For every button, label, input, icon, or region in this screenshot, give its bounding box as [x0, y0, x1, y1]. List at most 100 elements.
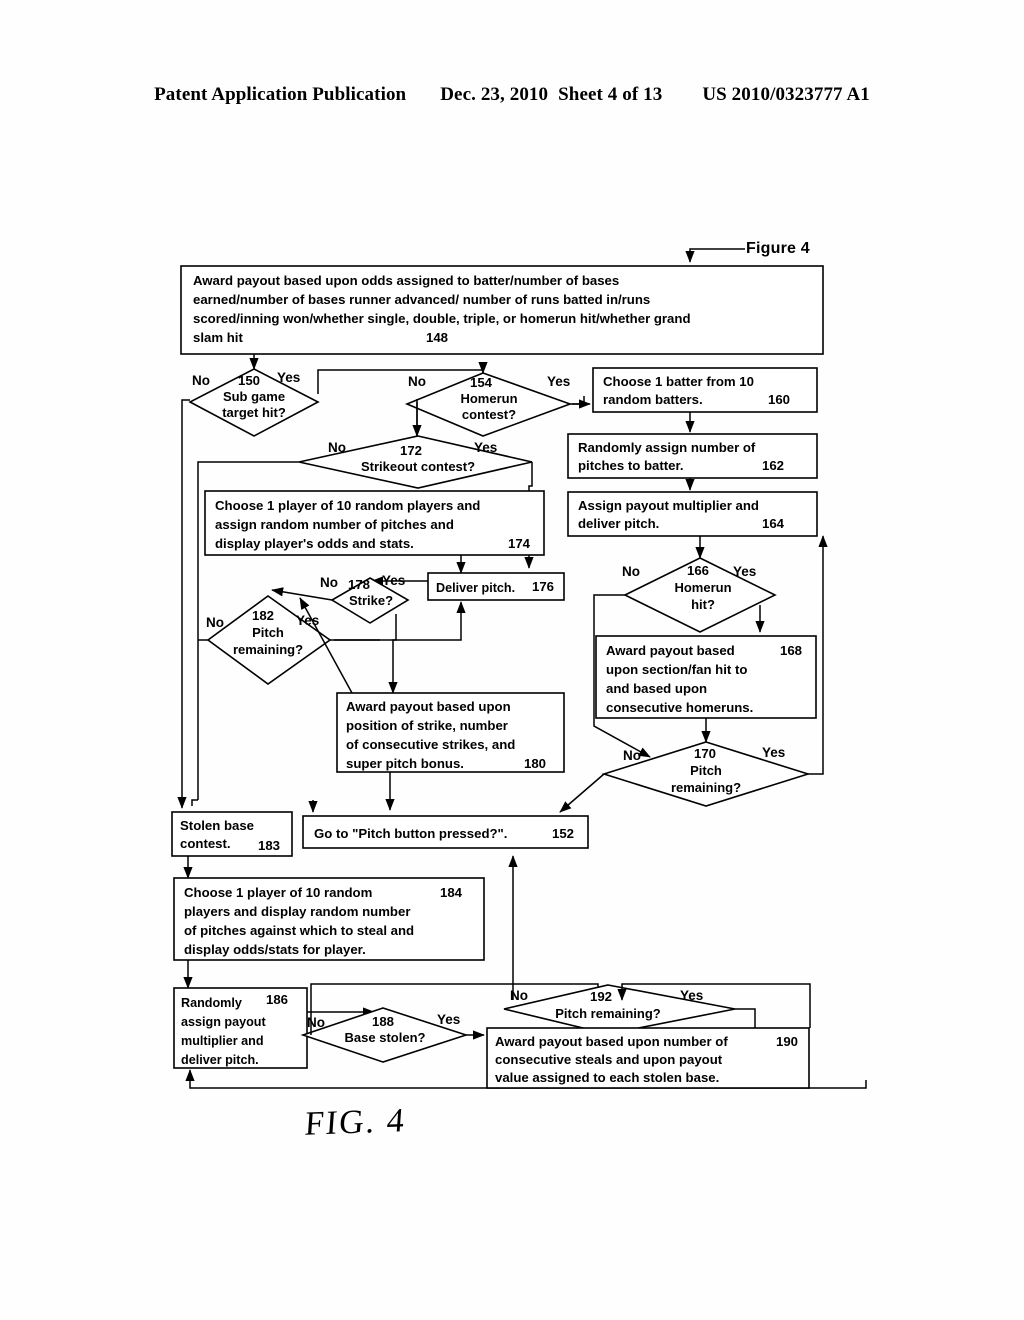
node-170-no-label: No — [623, 748, 641, 763]
node-154-homerun-contest: 154 Homerun contest? No Yes — [404, 372, 573, 437]
node-186-line3: multiplier and — [181, 1034, 264, 1048]
connector-192-yes-to-190 — [735, 1008, 756, 1028]
node-166-no-label: No — [622, 564, 640, 579]
node-166-line1: Homerun — [674, 580, 731, 595]
node-184-line4: display odds/stats for player. — [184, 942, 366, 957]
node-183-stolen-base-contest: Stolen base contest. 183 — [171, 811, 293, 857]
node-190-line1: Award payout based upon number of — [495, 1034, 728, 1049]
node-170-pitch-remaining: 170 Pitch remaining? No Yes — [601, 741, 811, 807]
node-178-ref: 178 — [348, 577, 370, 592]
node-148-line4: slam hit — [193, 330, 243, 345]
node-186-line1: Randomly — [181, 996, 242, 1010]
node-150-ref: 150 — [238, 373, 260, 388]
node-188-base-stolen: 188 Base stolen? No Yes — [300, 1007, 469, 1063]
node-172-ref: 172 — [400, 443, 422, 458]
node-164-line1: Assign payout multiplier and — [578, 498, 759, 513]
node-186-line4: deliver pitch. — [181, 1053, 259, 1067]
node-186-ref: 186 — [266, 992, 288, 1007]
node-160-choose-batter: Choose 1 batter from 10 random batters. … — [592, 367, 818, 413]
node-154-line1: Homerun — [460, 391, 517, 406]
node-170-yes-label: Yes — [762, 745, 785, 760]
node-154-line2: contest? — [462, 407, 516, 422]
node-166-ref: 166 — [687, 563, 709, 578]
node-188-ref: 188 — [372, 1014, 394, 1029]
node-160-line1: Choose 1 batter from 10 — [603, 374, 754, 389]
node-168-award-section-fan: Award payout based upon section/fan hit … — [595, 635, 817, 719]
node-152-go-to-pitch-button: Go to "Pitch button pressed?". 152 — [302, 815, 589, 849]
node-184-line2: players and display random number — [184, 904, 410, 919]
node-162-assign-pitches: Randomly assign number of pitches to bat… — [567, 433, 818, 479]
node-166-yes-label: Yes — [733, 564, 756, 579]
node-174-line3: display player's odds and stats. — [215, 536, 414, 551]
connector-frame-down — [191, 799, 198, 806]
node-188-yes-label: Yes — [437, 1012, 460, 1027]
node-164-assign-multiplier: Assign payout multiplier and deliver pit… — [567, 491, 818, 537]
node-186-line2: assign payout — [181, 1015, 266, 1029]
node-168-line3: and based upon — [606, 681, 707, 696]
node-150-line1: Sub game — [223, 389, 285, 404]
node-170-line2: remaining? — [671, 780, 741, 795]
node-162-line2: pitches to batter. — [578, 458, 684, 473]
node-172-strikeout-contest: 172 Strikeout contest? No Yes — [298, 435, 533, 489]
node-148-line2: earned/number of bases runner advanced/ … — [193, 292, 650, 307]
node-182-ref: 182 — [252, 608, 274, 623]
node-174-line1: Choose 1 player of 10 random players and — [215, 498, 480, 513]
node-192-pitch-remaining: 192 Pitch remaining? No Yes — [503, 984, 736, 1035]
node-178-strike: 178 Strike? No Yes — [320, 573, 410, 624]
node-184-choose-player-steal: Choose 1 player of 10 random players and… — [173, 877, 485, 961]
node-176-line1: Deliver pitch. — [436, 581, 515, 595]
node-150-no-label: No — [192, 373, 210, 388]
node-183-line1: Stolen base — [180, 818, 254, 833]
node-188-line1: Base stolen? — [345, 1030, 426, 1045]
node-170-line1: Pitch — [690, 763, 722, 778]
node-148-line3: scored/inning won/whether single, double… — [193, 311, 691, 326]
node-176-deliver-pitch: Deliver pitch. 176 — [427, 572, 565, 601]
node-174-line2: assign random number of pitches and — [215, 517, 454, 532]
node-182-line2: remaining? — [233, 642, 303, 657]
node-184-line1: Choose 1 player of 10 random — [184, 885, 372, 900]
node-183-ref: 183 — [258, 838, 280, 853]
node-192-no-label: No — [510, 988, 528, 1003]
node-176-ref: 176 — [532, 579, 554, 594]
node-178-no-label: No — [320, 575, 338, 590]
flowchart-diagram: Award payout based upon odds assigned to… — [171, 248, 867, 1089]
node-174-choose-player: Choose 1 player of 10 random players and… — [204, 490, 545, 556]
node-160-line2: random batters. — [603, 392, 703, 407]
node-170-ref: 170 — [694, 746, 716, 761]
node-154-yes-label: Yes — [547, 374, 570, 389]
node-178-yes-label: Yes — [382, 573, 405, 588]
node-180-line3: of consecutive strikes, and — [346, 737, 515, 752]
node-183-line2: contest. — [180, 836, 231, 851]
node-150-sub-game-target-hit: 150 Sub game target hit? No Yes — [188, 368, 320, 437]
node-148-award-payout: Award payout based upon odds assigned to… — [180, 265, 824, 355]
connector-150-no-to-183 — [177, 399, 190, 809]
node-178-line1: Strike? — [349, 593, 393, 608]
node-180-ref: 180 — [524, 756, 546, 771]
node-148-ref: 148 — [426, 330, 448, 345]
connector-178-no-to-182 — [271, 587, 333, 601]
node-180-line1: Award payout based upon — [346, 699, 511, 714]
node-168-line4: consecutive homeruns. — [606, 700, 753, 715]
node-164-ref: 164 — [762, 516, 785, 531]
node-182-no-label: No — [206, 615, 224, 630]
node-168-ref: 168 — [780, 643, 802, 658]
node-180-line4: super pitch bonus. — [346, 756, 464, 771]
connector-154-yes-to-160 — [570, 396, 591, 409]
node-188-no-label: No — [307, 1015, 325, 1030]
node-154-no-label: No — [408, 374, 426, 389]
node-150-line2: target hit? — [222, 405, 286, 420]
node-190-line2: consecutive steals and upon payout — [495, 1052, 723, 1067]
connector-figure-to-148 — [685, 248, 745, 263]
node-182-pitch-remaining: 182 Pitch remaining? No Yes — [206, 595, 332, 685]
node-184-ref: 184 — [440, 885, 463, 900]
node-182-line1: Pitch — [252, 625, 284, 640]
node-148-line1: Award payout based upon odds assigned to… — [193, 273, 619, 288]
connector-170-no-to-152 — [559, 773, 605, 813]
node-162-ref: 162 — [762, 458, 784, 473]
node-152-ref: 152 — [552, 826, 574, 841]
node-162-line1: Randomly assign number of — [578, 440, 756, 455]
node-184-line3: of pitches against which to steal and — [184, 923, 414, 938]
node-190-award-steal-payout: Award payout based upon number of consec… — [486, 1027, 810, 1089]
node-154-ref: 154 — [470, 375, 493, 390]
node-190-line3: value assigned to each stolen base. — [495, 1070, 719, 1085]
